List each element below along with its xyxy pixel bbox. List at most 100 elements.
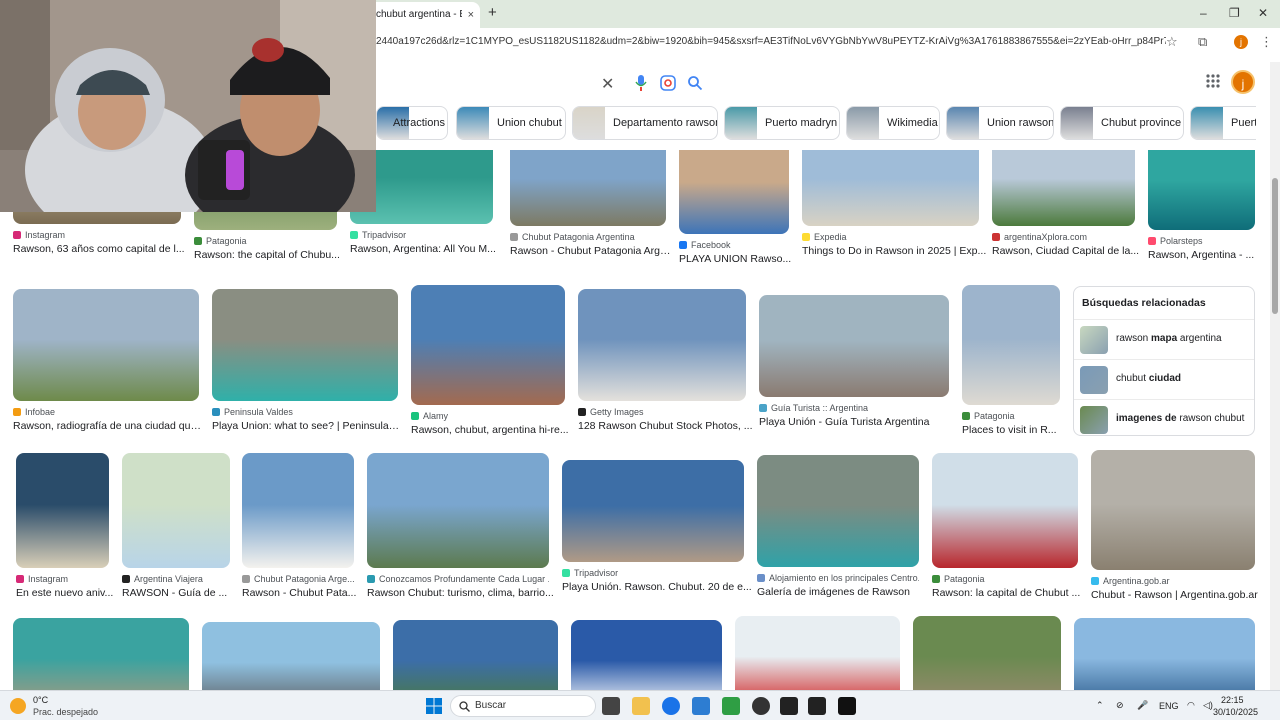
filter-chip[interactable]: Attractions bbox=[376, 106, 448, 140]
result-source[interactable]: Alojamiento en los principales Centro... bbox=[757, 573, 919, 583]
result-title[interactable]: Places to visit in R... bbox=[962, 424, 1068, 436]
xbox-icon[interactable] bbox=[722, 697, 740, 715]
taskbar-search[interactable]: Buscar bbox=[450, 695, 596, 717]
image-result-card[interactable]: Facebook PLAYA UNION Rawso... bbox=[679, 150, 791, 274]
related-item[interactable]: chubut ciudad bbox=[1074, 359, 1254, 399]
result-title[interactable]: Rawson, Argentina - ... bbox=[1148, 249, 1263, 261]
image-result-card[interactable]: Conozcamos Profundamente Cada Lugar ... R… bbox=[367, 453, 554, 608]
result-image[interactable] bbox=[1074, 618, 1255, 690]
result-title[interactable]: Rawson, 63 años como capital de l... bbox=[13, 243, 189, 255]
result-image[interactable] bbox=[992, 150, 1135, 226]
page-scrollbar[interactable] bbox=[1270, 62, 1280, 690]
result-title[interactable]: Rawson - Chubut Patagonia Arge... bbox=[510, 245, 674, 257]
related-item[interactable]: imagenes de rawson chubut bbox=[1074, 399, 1254, 439]
result-source[interactable]: Alamy bbox=[411, 411, 565, 421]
store-icon[interactable] bbox=[692, 697, 710, 715]
result-title[interactable]: Things to Do in Rawson in 2025 | Exp... bbox=[802, 245, 987, 257]
result-image[interactable] bbox=[16, 453, 109, 568]
account-avatar[interactable]: j bbox=[1231, 70, 1255, 94]
bookmark-star-icon[interactable]: ☆ bbox=[1166, 34, 1178, 50]
image-result-card[interactable] bbox=[1074, 618, 1255, 690]
result-title[interactable]: Rawson Chubut: turismo, clima, barrio... bbox=[367, 587, 557, 599]
chrome-icon[interactable] bbox=[662, 697, 680, 715]
related-item[interactable]: rawson mapa argentina bbox=[1074, 319, 1254, 359]
window-close-icon[interactable]: ✕ bbox=[1258, 6, 1268, 20]
result-image[interactable] bbox=[759, 295, 949, 397]
image-result-card[interactable] bbox=[913, 616, 1061, 690]
result-source[interactable]: Tripadvisor bbox=[562, 568, 744, 578]
result-image[interactable] bbox=[242, 453, 354, 568]
result-image[interactable] bbox=[571, 620, 722, 690]
result-source[interactable]: Instagram bbox=[16, 574, 109, 584]
result-source[interactable]: Guía Turista :: Argentina bbox=[759, 403, 949, 413]
result-source[interactable]: Patagonia bbox=[962, 411, 1060, 421]
result-title[interactable]: 128 Rawson Chubut Stock Photos, ... bbox=[578, 420, 754, 432]
app-icon[interactable] bbox=[780, 697, 798, 715]
tab-chubut-argentina[interactable]: chubut argentina - Busc × bbox=[368, 2, 480, 28]
result-source[interactable]: Chubut Patagonia Arge... bbox=[242, 574, 354, 584]
result-title[interactable]: Rawson, radiografía de una ciudad que ..… bbox=[13, 420, 203, 432]
image-result-card[interactable]: Tripadvisor Playa Unión. Rawson. Chubut. … bbox=[562, 460, 752, 602]
image-result-card[interactable]: Instagram En este nuevo aniv... bbox=[16, 453, 113, 608]
image-result-card[interactable]: Patagonia Rawson: la capital de Chubut ..… bbox=[932, 453, 1080, 608]
result-title[interactable]: Galería de imágenes de Rawson bbox=[757, 586, 927, 598]
language-indicator[interactable]: ENG bbox=[1159, 701, 1179, 711]
result-image[interactable] bbox=[212, 289, 398, 401]
obs-icon[interactable] bbox=[752, 697, 770, 715]
clear-icon[interactable]: ✕ bbox=[601, 74, 614, 94]
network-icon[interactable]: ⊘ bbox=[1116, 700, 1124, 711]
result-title[interactable]: Playa Unión. Rawson. Chubut. 20 de e... bbox=[562, 581, 752, 593]
tab-close-icon[interactable]: × bbox=[468, 2, 474, 28]
image-result-card[interactable] bbox=[571, 620, 722, 690]
lens-icon[interactable] bbox=[660, 75, 676, 91]
result-source[interactable]: Peninsula Valdes bbox=[212, 407, 398, 417]
result-title[interactable]: Playa Union: what to see? | Peninsula V.… bbox=[212, 420, 402, 432]
result-image[interactable] bbox=[802, 150, 979, 226]
result-source[interactable]: Chubut Patagonia Argentina bbox=[510, 232, 666, 242]
weather-temperature[interactable]: 0°C bbox=[33, 695, 48, 705]
result-image[interactable] bbox=[679, 150, 789, 234]
filter-chip[interactable]: Puerto madryn bbox=[724, 106, 840, 140]
filter-chip[interactable]: Union rawson bbox=[946, 106, 1054, 140]
image-result-card[interactable] bbox=[735, 616, 900, 690]
new-tab-icon[interactable]: + bbox=[488, 4, 497, 21]
result-image[interactable] bbox=[367, 453, 549, 568]
scrollbar-thumb[interactable] bbox=[1272, 178, 1278, 314]
result-image[interactable] bbox=[578, 289, 746, 401]
task-view-icon[interactable] bbox=[602, 697, 620, 715]
result-image[interactable] bbox=[202, 622, 380, 690]
result-source[interactable]: Instagram bbox=[13, 230, 181, 240]
clock-date[interactable]: 30/10/2025 bbox=[1213, 707, 1258, 717]
result-image[interactable] bbox=[932, 453, 1078, 568]
result-source[interactable]: Patagonia bbox=[932, 574, 1078, 584]
result-title[interactable]: Rawson, Argentina: All You M... bbox=[350, 243, 501, 255]
image-result-card[interactable]: Getty Images 128 Rawson Chubut Stock Phot… bbox=[578, 289, 753, 441]
image-result-card[interactable]: Polarsteps Rawson, Argentina - ... bbox=[1148, 150, 1255, 270]
result-image[interactable] bbox=[13, 289, 199, 401]
image-result-card[interactable]: Alojamiento en los principales Centro...… bbox=[757, 455, 919, 607]
tray-overflow-icon[interactable]: ⌃ bbox=[1096, 700, 1104, 711]
result-image[interactable] bbox=[962, 285, 1060, 405]
wifi-icon[interactable]: ◠ bbox=[1187, 700, 1195, 711]
result-source[interactable]: Conozcamos Profundamente Cada Lugar ... bbox=[367, 574, 549, 584]
image-result-card[interactable]: Guía Turista :: Argentina Playa Unión - G… bbox=[759, 295, 949, 437]
weather-icon[interactable] bbox=[10, 698, 26, 714]
image-result-card[interactable] bbox=[13, 618, 189, 690]
result-title[interactable]: Rawson, chubut, argentina hi-re... bbox=[411, 424, 573, 436]
result-source[interactable]: Tripadvisor bbox=[350, 230, 493, 240]
result-source[interactable]: Facebook bbox=[679, 240, 789, 250]
filter-chip[interactable]: Union chubut bbox=[456, 106, 566, 140]
filter-chip[interactable]: Chubut province bbox=[1060, 106, 1184, 140]
result-image[interactable] bbox=[13, 618, 189, 690]
result-source[interactable]: Patagonia bbox=[194, 236, 337, 246]
result-image[interactable] bbox=[1091, 450, 1255, 570]
filter-chip[interactable]: Puerto bbox=[1190, 106, 1256, 140]
result-source[interactable]: Getty Images bbox=[578, 407, 746, 417]
google-apps-icon[interactable] bbox=[1206, 74, 1220, 88]
result-title[interactable]: RAWSON - Guía de ... bbox=[122, 587, 238, 599]
profile-icon[interactable]: j bbox=[1234, 35, 1248, 49]
result-image[interactable] bbox=[393, 620, 558, 690]
filter-chip[interactable]: Departamento rawson bbox=[572, 106, 718, 140]
filter-chip[interactable]: Wikimedia bbox=[846, 106, 940, 140]
result-source[interactable]: Polarsteps bbox=[1148, 236, 1255, 246]
